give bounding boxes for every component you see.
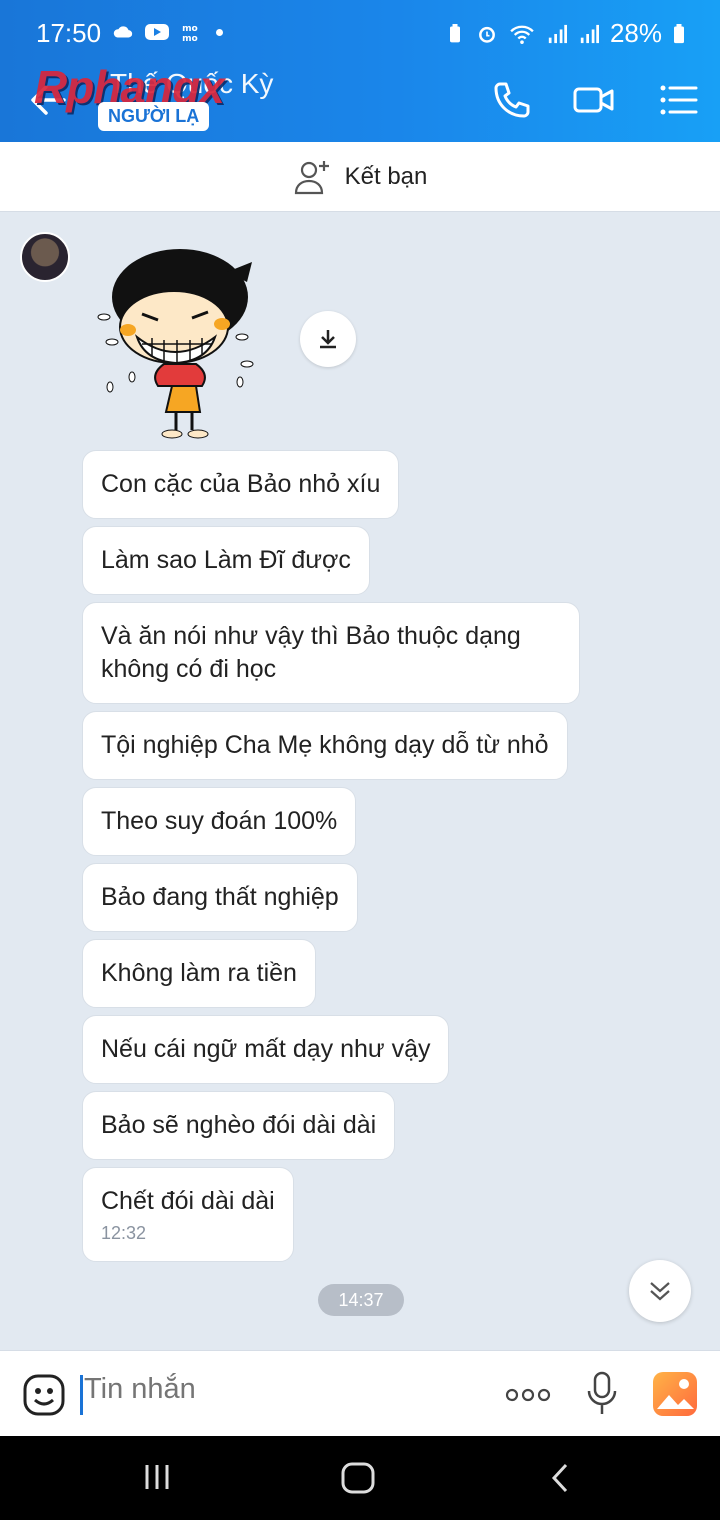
- svg-text:mo: mo: [182, 34, 198, 42]
- nav-back-icon[interactable]: [548, 1462, 572, 1494]
- youtube-icon: [145, 24, 169, 40]
- message-bubble[interactable]: Bảo sẽ nghèo đói dài dài: [82, 1091, 396, 1160]
- signal-icon: [580, 24, 599, 43]
- scroll-to-bottom-button[interactable]: [629, 1260, 691, 1322]
- download-icon: [320, 330, 336, 349]
- notification-dot: [216, 28, 223, 36]
- more-options-icon[interactable]: [504, 1381, 552, 1409]
- microphone-icon[interactable]: [586, 1371, 618, 1417]
- message-text: Chết đói dài dài: [101, 1187, 275, 1215]
- stranger-badge: NGƯỜI LẠ: [98, 102, 210, 131]
- message-text: Nếu cái ngữ mất dạy như vậy: [101, 1035, 431, 1063]
- gallery-image-icon[interactable]: [652, 1371, 698, 1417]
- sticker-emoji-icon[interactable]: [22, 1373, 66, 1417]
- double-chevron-down-icon: [650, 1282, 670, 1301]
- message-text: Làm sao Làm Đĩ được: [101, 546, 351, 574]
- message-bubble[interactable]: Không làm ra tiền: [82, 939, 316, 1008]
- svg-text:mo: mo: [182, 24, 198, 34]
- message-input-bar: [0, 1350, 720, 1436]
- message-text: Bảo đang thất nghiệp: [101, 883, 339, 911]
- cloud-icon: [113, 26, 133, 38]
- add-friend-label: Kết bạn: [344, 162, 428, 190]
- phone-icon[interactable]: [490, 78, 534, 122]
- recent-apps-icon[interactable]: [142, 1462, 172, 1492]
- add-user-icon: [294, 160, 329, 194]
- alarm-icon: [479, 26, 495, 43]
- message-bubble[interactable]: Bảo đang thất nghiệp: [82, 863, 358, 932]
- avatar[interactable]: [20, 232, 70, 282]
- message-time: 12:32: [101, 1223, 147, 1243]
- message-bubble[interactable]: Theo suy đoán 100%: [82, 787, 357, 856]
- text-cursor: [80, 1375, 83, 1415]
- video-call-icon[interactable]: [572, 78, 616, 122]
- message-text: Theo suy đoán 100%: [101, 807, 338, 835]
- battery-icon: [674, 23, 684, 43]
- system-navigation-bar: [0, 1436, 720, 1520]
- message-text: Và ăn nói như vậy thì Bảo thuộc dạng khô…: [101, 622, 521, 683]
- top-bar: 17:50 mo mo 28% Thế Quốc Kỳ Rphangx NGƯỜI…: [0, 0, 720, 142]
- add-friend-bar[interactable]: Kết bạn: [0, 142, 720, 212]
- message-bubble[interactable]: Làm sao Làm Đĩ được: [82, 526, 370, 595]
- message-bubble[interactable]: Con cặc của Bảo nhỏ xíu: [82, 450, 400, 519]
- message-bubble[interactable]: Chết đói dài dài 12:32: [82, 1167, 294, 1262]
- momo-icon: momo: [182, 24, 198, 42]
- message-text: Tội nghiệp Cha Mẹ không dạy dỗ từ nhỏ: [101, 731, 549, 759]
- message-text: Bảo sẽ nghèo đói dài dài: [101, 1111, 377, 1139]
- menu-list-icon[interactable]: [656, 78, 700, 122]
- message-bubble[interactable]: Và ăn nói như vậy thì Bảo thuộc dạng khô…: [82, 602, 580, 704]
- download-button[interactable]: [300, 311, 356, 367]
- message-bubble[interactable]: Nếu cái ngữ mất dạy như vậy: [82, 1015, 450, 1084]
- wifi-icon: [510, 25, 534, 44]
- battery-percent: 28%: [609, 18, 662, 48]
- message-text: Không làm ra tiền: [101, 959, 297, 987]
- chat-header: Thế Quốc Kỳ Rphangx NGƯỜI LẠ: [0, 56, 720, 142]
- status-time: 17:50: [36, 18, 102, 48]
- message-input[interactable]: [84, 1373, 464, 1406]
- battery-saver-icon: [449, 23, 460, 42]
- crying-laughing-sticker[interactable]: [92, 242, 262, 442]
- message-text: Con cặc của Bảo nhỏ xíu: [101, 470, 381, 498]
- signal-icon: [548, 24, 567, 43]
- home-icon[interactable]: [340, 1462, 376, 1494]
- message-bubble[interactable]: Tội nghiệp Cha Mẹ không dạy dỗ từ nhỏ: [82, 711, 568, 780]
- time-separator: 14:37: [318, 1284, 404, 1316]
